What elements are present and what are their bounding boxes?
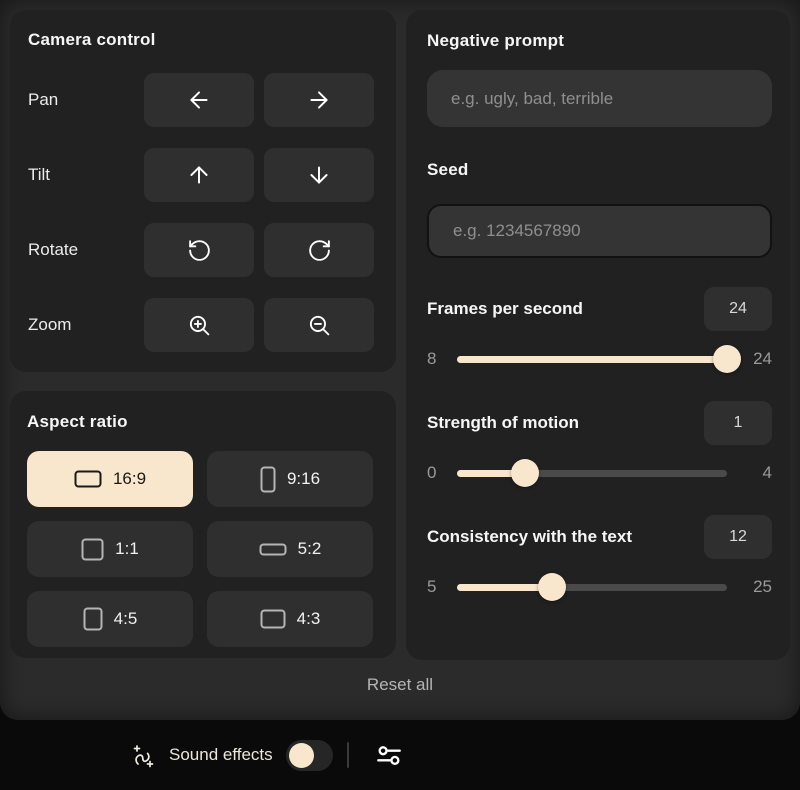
camera-row-rotate: Rotate [28,223,374,277]
tilt-up-button[interactable] [144,148,254,202]
consistency-slider-track[interactable] [457,573,727,601]
tune-sliders-icon [376,746,401,765]
portrait-rect-icon [260,466,276,492]
pan-label: Pan [28,90,59,109]
zoom-out-icon [309,315,329,335]
aspect-ratio-title: Aspect ratio [27,412,128,431]
bottom-bar: Sound effects [0,720,800,790]
motion-min-label: 0 [427,463,437,482]
generation-settings-panel: Negative prompt Seed Frames per second 2… [406,10,790,660]
aspect-option-4-3[interactable]: 4:3 [207,591,373,647]
zoom-label: Zoom [28,315,72,334]
classic-rect-icon [260,609,286,629]
rotate-ccw-icon [188,239,210,261]
footer: Reset all [10,660,790,710]
motion-label: Strength of motion [427,413,580,432]
fps-min-label: 8 [427,349,437,368]
camera-row-pan: Pan [28,73,374,127]
advanced-settings-button[interactable] [374,740,404,770]
fps-slider-thumb[interactable] [713,345,741,373]
zoom-out-button[interactable] [264,298,374,352]
fps-value-badge: 24 [704,287,772,331]
arrow-left-icon [190,91,208,109]
toggle-knob [288,742,314,768]
aspect-option-label: 4:3 [296,609,321,628]
fps-slider: 8 24 [427,345,772,373]
fps-header: Frames per second 24 [427,287,772,331]
camera-row-zoom: Zoom [28,298,374,352]
aspect-option-label: 9:16 [286,469,321,488]
sound-wave-icon [133,745,154,768]
square-rect-icon [81,538,104,560]
negative-prompt-input[interactable] [427,70,772,127]
divider [346,742,349,768]
tilt-down-button[interactable] [264,148,374,202]
aspect-ratio-panel: Aspect ratio 16:9 9:16 1:1 5:2 4:5 4:3 [10,391,396,658]
landscape-rect-icon [74,470,102,488]
motion-value-badge: 1 [704,401,772,445]
fps-slider-track[interactable] [457,345,741,373]
rotate-label: Rotate [28,240,79,259]
consistency-slider: 5 25 [427,573,772,601]
seed-input[interactable] [427,204,772,258]
negative-prompt-title: Negative prompt [427,31,565,50]
rotate-cw-button[interactable] [264,223,374,277]
motion-max-label: 4 [762,463,772,482]
settings-sheet: Camera control Pan Tilt Rotate Zoom Aspe… [0,0,800,720]
camera-control-panel: Camera control Pan Tilt Rotate Zoom [10,10,396,372]
fps-max-label: 24 [753,349,772,368]
aspect-option-label: 4:5 [113,609,138,628]
motion-slider-thumb[interactable] [510,459,539,487]
reset-all-button[interactable]: Reset all [361,674,439,696]
tall-rect-icon [83,607,103,631]
aspect-option-4-5[interactable]: 4:5 [27,591,193,647]
camera-row-tilt: Tilt [28,148,374,202]
aspect-option-label: 16:9 [112,469,147,488]
rotate-cw-icon [308,239,330,261]
consistency-min-label: 5 [427,577,437,596]
pan-right-button[interactable] [264,73,374,127]
aspect-option-9-16[interactable]: 9:16 [207,451,373,507]
consistency-max-label: 25 [753,577,772,596]
aspect-option-label: 5:2 [297,539,322,558]
tilt-label: Tilt [28,165,51,184]
fps-label: Frames per second [427,299,583,318]
consistency-value-badge: 12 [704,515,772,559]
camera-control-title: Camera control [28,30,156,49]
fps-slider-fill [457,355,727,363]
aspect-option-5-2[interactable]: 5:2 [207,521,373,577]
aspect-option-16-9[interactable]: 16:9 [27,451,193,507]
rotate-ccw-button[interactable] [144,223,254,277]
arrow-right-icon [310,91,328,109]
zoom-in-icon [189,315,209,335]
sound-effects-label: Sound effects [169,745,273,764]
arrow-down-icon [310,166,328,184]
wide-rect-icon [259,543,287,555]
consistency-label: Consistency with the text [427,527,632,546]
arrow-up-icon [190,166,208,184]
motion-slider-track[interactable] [457,459,727,487]
motion-header: Strength of motion 1 [427,401,772,445]
pan-left-button[interactable] [144,73,254,127]
consistency-header: Consistency with the text 12 [427,515,772,559]
consistency-slider-thumb[interactable] [537,573,566,601]
motion-slider: 0 4 [427,459,772,487]
seed-title: Seed [427,160,469,179]
aspect-option-1-1[interactable]: 1:1 [27,521,193,577]
zoom-in-button[interactable] [144,298,254,352]
aspect-option-label: 1:1 [115,539,139,558]
sound-effects-toggle[interactable] [285,739,333,771]
